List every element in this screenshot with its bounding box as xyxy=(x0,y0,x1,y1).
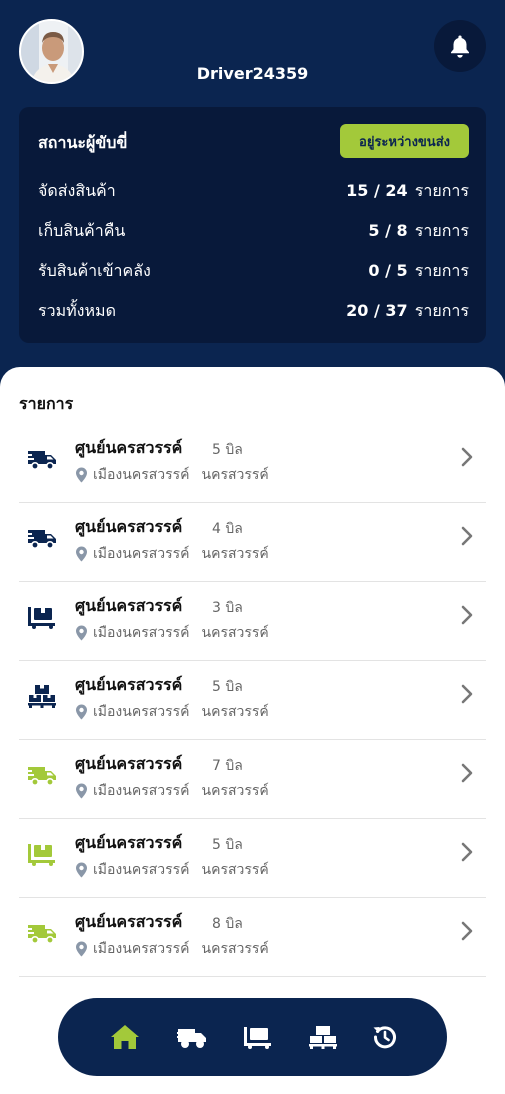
location-pin-icon xyxy=(76,783,87,799)
item-province: นครสวรรค์ xyxy=(201,467,269,483)
item-district: เมืองนครสวรรค์ xyxy=(93,783,190,799)
nav-history[interactable] xyxy=(368,1022,402,1052)
item-location: เมืองนครสวรรค์ นครสวรรค์ xyxy=(75,780,269,802)
item-district: เมืองนครสวรรค์ xyxy=(93,704,190,720)
chevron-right-icon xyxy=(461,605,473,625)
list-item[interactable]: ศูนย์นครสวรรค์ 5 บิลเมืองนครสวรรค์ นครสวรร… xyxy=(19,819,486,898)
item-type-icon-wrap xyxy=(27,918,57,948)
item-type-icon-wrap xyxy=(27,444,57,474)
item-location: เมืองนครสวรรค์ นครสวรรค์ xyxy=(75,464,269,486)
delivery-truck-icon xyxy=(27,763,57,787)
location-pin-icon xyxy=(76,467,87,483)
item-type-icon-wrap xyxy=(27,839,57,869)
item-bill-count: 5 บิล xyxy=(212,679,243,695)
username: Driver24359 xyxy=(196,64,309,83)
stat-row-total: รวมทั้งหมด 20 / 37 รายการ xyxy=(38,298,469,324)
item-province: นครสวรรค์ xyxy=(201,625,269,641)
chevron-right-icon xyxy=(461,684,473,704)
list-item[interactable]: ศูนย์นครสวรรค์ 3 บิลเมืองนครสวรรค์ นครสวรร… xyxy=(19,582,486,661)
location-pin-icon xyxy=(76,862,87,878)
item-province: นครสวรรค์ xyxy=(201,546,269,562)
item-name: ศูนย์นครสวรรค์ xyxy=(75,596,183,615)
item-bill-count: 5 บิล xyxy=(212,442,243,458)
item-location: เมืองนครสวรรค์ นครสวรรค์ xyxy=(75,859,269,881)
nav-home[interactable] xyxy=(108,1022,142,1052)
list-item[interactable]: ศูนย์นครสวรรค์ 5 บิลเมืองนครสวรรค์ นครสวรร… xyxy=(19,661,486,740)
stat-label: จัดส่งสินค้า xyxy=(38,180,116,200)
list-item[interactable]: ศูนย์นครสวรรค์ 8 บิลเมืองนครสวรรค์ นครสวรร… xyxy=(19,898,486,977)
stat-value: 15 / 24 รายการ xyxy=(346,180,469,200)
status-title: สถานะผู้ขับขี่ xyxy=(38,133,128,152)
item-type-icon-wrap xyxy=(27,760,57,790)
item-type-icon-wrap xyxy=(27,523,57,553)
list-item[interactable]: ศูนย์นครสวรรค์ 4 บิลเมืองนครสวรรค์ นครสวรร… xyxy=(19,503,486,582)
location-pin-icon xyxy=(76,546,87,562)
item-district: เมืองนครสวรรค์ xyxy=(93,625,190,641)
history-icon xyxy=(373,1026,396,1049)
item-province: นครสวรรค์ xyxy=(201,862,269,878)
bottom-nav xyxy=(58,998,447,1076)
stat-row-delivery: จัดส่งสินค้า 15 / 24 รายการ xyxy=(38,178,469,204)
list-title: รายการ xyxy=(19,394,74,413)
bell-icon xyxy=(451,35,469,58)
item-district: เมืองนครสวรรค์ xyxy=(93,941,190,957)
item-bill-count: 5 บิล xyxy=(212,837,243,853)
nav-pickup[interactable] xyxy=(241,1022,275,1052)
stat-label: รวมทั้งหมด xyxy=(38,300,116,320)
list-item[interactable]: ศูนย์นครสวรรค์ 5 บิลเมืองนครสวรรค์ นครสวรร… xyxy=(19,424,486,503)
home-icon xyxy=(111,1025,139,1049)
nav-warehouse[interactable] xyxy=(306,1022,340,1052)
pallet-boxes-icon xyxy=(308,1025,338,1049)
cart-box-icon xyxy=(27,605,57,629)
item-bill-count: 7 บิล xyxy=(212,758,243,774)
location-pin-icon xyxy=(76,941,87,957)
stat-value: 5 / 8 รายการ xyxy=(368,220,469,240)
item-location: เมืองนครสวรรค์ นครสวรรค์ xyxy=(75,622,269,644)
item-type-icon-wrap xyxy=(27,602,57,632)
item-location: เมืองนครสวรรค์ นครสวรรค์ xyxy=(75,701,269,723)
pallet-boxes-icon xyxy=(27,684,57,708)
item-type-icon-wrap xyxy=(27,681,57,711)
chevron-right-icon xyxy=(461,447,473,467)
chevron-right-icon xyxy=(461,526,473,546)
item-bill-count: 4 บิล xyxy=(212,521,243,537)
list-item[interactable]: ศูนย์นครสวรรค์ 7 บิลเมืองนครสวรรค์ นครสวรร… xyxy=(19,740,486,819)
stat-value: 0 / 5 รายการ xyxy=(368,260,469,280)
nav-delivery[interactable] xyxy=(175,1022,209,1052)
item-location: เมืองนครสวรรค์ นครสวรรค์ xyxy=(75,938,269,960)
stat-label: รับสินค้าเข้าคลัง xyxy=(38,260,151,280)
location-pin-icon xyxy=(76,625,87,641)
location-pin-icon xyxy=(76,704,87,720)
item-name: ศูนย์นครสวรรค์ xyxy=(75,912,183,931)
item-province: นครสวรรค์ xyxy=(201,704,269,720)
status-badge: อยู่ระหว่างขนส่ง xyxy=(340,124,469,158)
item-district: เมืองนครสวรรค์ xyxy=(93,546,190,562)
stat-row-warehouse: รับสินค้าเข้าคลัง 0 / 5 รายการ xyxy=(38,258,469,284)
item-bill-count: 8 บิล xyxy=(212,916,243,932)
item-name: ศูนย์นครสวรรค์ xyxy=(75,675,183,694)
item-bill-count: 3 บิล xyxy=(212,600,243,616)
item-province: นครสวรรค์ xyxy=(201,783,269,799)
delivery-truck-icon xyxy=(27,921,57,945)
chevron-right-icon xyxy=(461,763,473,783)
cart-box-icon xyxy=(243,1025,273,1049)
item-name: ศูนย์นครสวรรค์ xyxy=(75,754,183,773)
delivery-truck-icon xyxy=(27,526,57,550)
driver-status-card: สถานะผู้ขับขี่ อยู่ระหว่างขนส่ง จัดส่งสิ… xyxy=(19,107,486,343)
item-province: นครสวรรค์ xyxy=(201,941,269,957)
cart-box-icon xyxy=(27,842,57,866)
item-district: เมืองนครสวรรค์ xyxy=(93,467,190,483)
item-name: ศูนย์นครสวรรค์ xyxy=(75,517,183,536)
delivery-truck-icon xyxy=(177,1025,207,1049)
item-location: เมืองนครสวรรค์ นครสวรรค์ xyxy=(75,543,269,565)
item-name: ศูนย์นครสวรรค์ xyxy=(75,438,183,457)
item-name: ศูนย์นครสวรรค์ xyxy=(75,833,183,852)
item-district: เมืองนครสวรรค์ xyxy=(93,862,190,878)
chevron-right-icon xyxy=(461,921,473,941)
stat-row-return: เก็บสินค้าคืน 5 / 8 รายการ xyxy=(38,218,469,244)
stat-value: 20 / 37 รายการ xyxy=(346,300,469,320)
delivery-truck-icon xyxy=(27,447,57,471)
chevron-right-icon xyxy=(461,842,473,862)
stat-label: เก็บสินค้าคืน xyxy=(38,220,126,240)
